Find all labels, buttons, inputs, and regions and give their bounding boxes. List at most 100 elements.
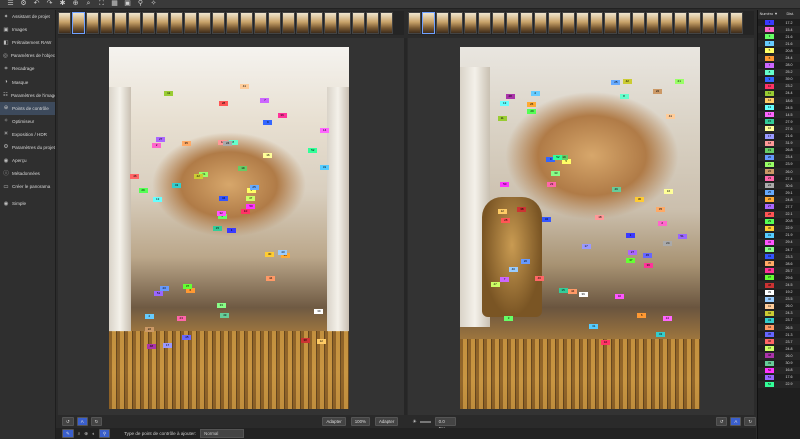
- left-image-panel[interactable]: 1234567891011121314151617181920212223242…: [58, 38, 404, 415]
- control-point-marker[interactable]: 36: [643, 262, 653, 268]
- table-row[interactable]: 49 30.9: [758, 360, 800, 367]
- control-point-marker[interactable]: 35: [655, 206, 665, 212]
- table-row[interactable]: 42 24.3: [758, 309, 800, 317]
- control-point-marker[interactable]: 4: [144, 314, 154, 320]
- control-point-marker[interactable]: 45: [642, 252, 652, 258]
- thumbnail[interactable]: [142, 12, 155, 34]
- thumbnail[interactable]: [604, 12, 617, 34]
- table-row[interactable]: 6 24.4: [758, 54, 800, 62]
- settings-icon[interactable]: ✱: [58, 0, 67, 8]
- thumbnail[interactable]: [226, 12, 239, 34]
- table-row[interactable]: 2 15.4: [758, 26, 800, 34]
- control-point-marker[interactable]: 26: [527, 101, 537, 107]
- thumbnail[interactable]: [436, 12, 449, 34]
- table-row[interactable]: 10 23.2: [758, 82, 800, 90]
- table-row[interactable]: 7 28.0: [758, 62, 800, 69]
- thumbnail[interactable]: [184, 12, 197, 34]
- thumbnail[interactable]: [632, 12, 645, 34]
- image-icon[interactable]: ▣: [123, 0, 132, 8]
- sidebar-item-7[interactable]: ⊕ Points de contrôle: [0, 101, 55, 115]
- search-icon[interactable]: ⌕: [84, 0, 93, 8]
- thumbnail[interactable]: [688, 12, 701, 34]
- control-point-marker[interactable]: 27: [627, 249, 637, 255]
- table-row[interactable]: 3 21.6: [758, 33, 800, 40]
- contrast-icon[interactable]: ◐: [92, 431, 95, 436]
- sidebar-item-9[interactable]: ☀ Exposition / HDR: [0, 128, 55, 141]
- control-point-marker[interactable]: 35: [181, 140, 191, 146]
- table-row[interactable]: 18 31.9: [758, 139, 800, 147]
- auto-button[interactable]: A: [76, 417, 88, 426]
- thumbnail[interactable]: [212, 12, 225, 34]
- thumbnail[interactable]: [128, 12, 141, 34]
- control-point-marker[interactable]: 15: [558, 288, 568, 294]
- thumbnail[interactable]: [268, 12, 281, 34]
- control-point-marker[interactable]: 41: [239, 83, 249, 89]
- panel-divider[interactable]: [404, 38, 407, 415]
- control-point-marker[interactable]: 52: [308, 148, 318, 154]
- left-image[interactable]: 1234567891011121314151617181920212223242…: [109, 47, 349, 409]
- control-point-marker[interactable]: 18: [595, 214, 605, 220]
- control-point-marker[interactable]: 15: [212, 225, 222, 231]
- thumbnail[interactable]: [156, 12, 169, 34]
- table-row[interactable]: 26 24.8: [758, 196, 800, 204]
- control-point-marker[interactable]: 49: [611, 186, 621, 192]
- table-row[interactable]: 47 24.8: [758, 345, 800, 352]
- control-point-marker[interactable]: 42: [622, 78, 632, 84]
- control-point-marker[interactable]: 47: [490, 281, 500, 287]
- table-row[interactable]: 48 26.0: [758, 352, 800, 360]
- control-point-marker[interactable]: 14: [320, 128, 330, 134]
- exposure-slider[interactable]: [419, 420, 431, 423]
- table-row[interactable]: 20 23.4: [758, 153, 800, 161]
- thumbnail[interactable]: [674, 12, 687, 34]
- control-point-marker[interactable]: 11: [497, 116, 507, 122]
- control-point-marker[interactable]: 40: [278, 249, 288, 255]
- table-row[interactable]: 51 17.6: [758, 374, 800, 381]
- table-row[interactable]: 45 21.3: [758, 331, 800, 338]
- control-point-marker[interactable]: 45: [182, 335, 192, 341]
- sidebar-item-6[interactable]: ☷ Paramètres de l'image: [0, 89, 55, 102]
- zoom-icon[interactable]: ⊕: [71, 0, 80, 8]
- control-point-marker[interactable]: 34: [542, 217, 552, 223]
- thumbnail[interactable]: [548, 12, 561, 34]
- sidebar-item-3[interactable]: ◎ Paramètres de l'objectif: [0, 49, 55, 62]
- thumbnail[interactable]: [576, 12, 589, 34]
- control-point-marker[interactable]: 12: [316, 338, 326, 344]
- thumbnail[interactable]: [338, 12, 351, 34]
- thumbnail[interactable]: [380, 12, 393, 34]
- table-row[interactable]: 1 17.2: [758, 19, 800, 26]
- fit-right-button[interactable]: Adapter: [374, 417, 399, 426]
- control-point-marker[interactable]: 6: [637, 312, 647, 318]
- control-point-marker[interactable]: 46: [130, 174, 140, 180]
- table-row[interactable]: 35 28.6: [758, 260, 800, 267]
- control-point-marker[interactable]: 4: [530, 90, 540, 96]
- table-row[interactable]: 44 26.5: [758, 324, 800, 332]
- table-row[interactable]: 40 23.5: [758, 295, 800, 303]
- control-point-marker[interactable]: 1: [227, 228, 237, 234]
- thumbnail[interactable]: [716, 12, 729, 34]
- sidebar-item-10[interactable]: ⚙ Paramètres du projet: [0, 141, 55, 154]
- control-point-marker[interactable]: 34: [219, 195, 229, 201]
- control-point-marker[interactable]: 7: [260, 97, 270, 103]
- control-point-marker[interactable]: 3: [504, 316, 514, 322]
- thumbnail[interactable]: [590, 12, 603, 34]
- table-row[interactable]: 38 24.5: [758, 281, 800, 289]
- table-row[interactable]: 50 16.8: [758, 366, 800, 374]
- control-point-marker[interactable]: 7: [500, 276, 510, 282]
- control-point-marker[interactable]: 20: [159, 285, 169, 291]
- table-row[interactable]: 5 20.8: [758, 47, 800, 54]
- control-point-marker[interactable]: 30: [635, 196, 645, 202]
- control-point-marker[interactable]: 17: [581, 243, 591, 249]
- table-row[interactable]: 36 25.7: [758, 267, 800, 275]
- table-row[interactable]: 43 23.7: [758, 317, 800, 324]
- sidebar-item-11[interactable]: ◉ Aperçu: [0, 154, 55, 167]
- table-row[interactable]: 27 27.7: [758, 203, 800, 210]
- rotate-right-button-right[interactable]: ↻: [744, 417, 756, 426]
- control-point-marker[interactable]: 38: [300, 338, 310, 344]
- control-point-marker[interactable]: 51: [677, 233, 687, 239]
- thumbnail[interactable]: [618, 12, 631, 34]
- table-row[interactable]: 12 18.6: [758, 97, 800, 105]
- right-image[interactable]: 1 2 3 4 5 6 7 8 9 10 11 12 13 14 15 16 17 18 19 20 21 22 23 24 2…: [460, 47, 700, 409]
- control-point-marker[interactable]: 24: [223, 140, 233, 146]
- table-row[interactable]: 30 22.9: [758, 224, 800, 232]
- fit-left-button[interactable]: Adapter: [322, 417, 346, 426]
